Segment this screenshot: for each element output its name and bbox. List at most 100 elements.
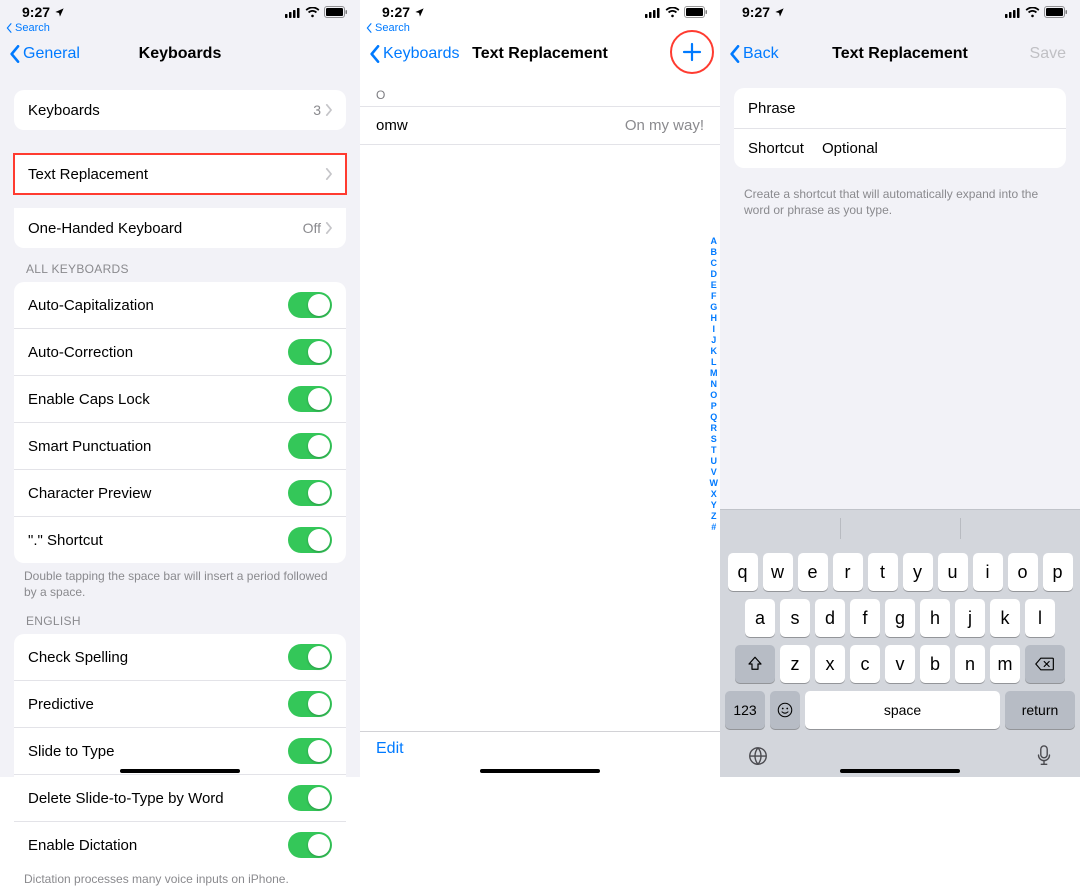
- globe-key[interactable]: [747, 745, 769, 767]
- index-letter[interactable]: G: [710, 302, 719, 313]
- toggle-row[interactable]: Predictive: [14, 680, 346, 727]
- key-e[interactable]: e: [798, 553, 828, 591]
- home-indicator[interactable]: [480, 769, 600, 773]
- key-u[interactable]: u: [938, 553, 968, 591]
- row-keyboards[interactable]: Keyboards 3: [14, 90, 346, 130]
- index-letter[interactable]: U: [710, 456, 719, 467]
- key-v[interactable]: v: [885, 645, 915, 683]
- key-q[interactable]: q: [728, 553, 758, 591]
- index-letter[interactable]: H: [710, 313, 719, 324]
- index-letter[interactable]: R: [710, 423, 719, 434]
- index-letter[interactable]: #: [710, 522, 719, 533]
- toggle-row[interactable]: Enable Caps Lock: [14, 375, 346, 422]
- key-s[interactable]: s: [780, 599, 810, 637]
- toggle-row[interactable]: Smart Punctuation: [14, 422, 346, 469]
- key-i[interactable]: i: [973, 553, 1003, 591]
- index-letter[interactable]: F: [710, 291, 719, 302]
- shift-key[interactable]: [735, 645, 775, 683]
- key-m[interactable]: m: [990, 645, 1020, 683]
- index-letter[interactable]: L: [710, 357, 719, 368]
- key-d[interactable]: d: [815, 599, 845, 637]
- toggle-row[interactable]: Enable Dictation: [14, 821, 346, 868]
- toggle-switch[interactable]: [288, 339, 332, 365]
- back-button[interactable]: Keyboards: [370, 45, 460, 63]
- key-w[interactable]: w: [763, 553, 793, 591]
- row-one-handed[interactable]: One-Handed Keyboard Off: [14, 208, 346, 248]
- toggle-row[interactable]: Character Preview: [14, 469, 346, 516]
- toggle-row[interactable]: Check Spelling: [14, 634, 346, 680]
- key-g[interactable]: g: [885, 599, 915, 637]
- index-letter[interactable]: P: [710, 401, 719, 412]
- key-n[interactable]: n: [955, 645, 985, 683]
- key-f[interactable]: f: [850, 599, 880, 637]
- search-breadcrumb[interactable]: Search: [0, 22, 360, 34]
- key-k[interactable]: k: [990, 599, 1020, 637]
- space-key[interactable]: space: [805, 691, 1000, 729]
- home-indicator[interactable]: [120, 769, 240, 773]
- index-letter[interactable]: N: [710, 379, 719, 390]
- key-h[interactable]: h: [920, 599, 950, 637]
- key-o[interactable]: o: [1008, 553, 1038, 591]
- index-letter[interactable]: E: [710, 280, 719, 291]
- toggle-switch[interactable]: [288, 738, 332, 764]
- key-b[interactable]: b: [920, 645, 950, 683]
- index-letter[interactable]: T: [710, 445, 719, 456]
- key-j[interactable]: j: [955, 599, 985, 637]
- index-letter[interactable]: X: [710, 489, 719, 500]
- backspace-key[interactable]: [1025, 645, 1065, 683]
- key-c[interactable]: c: [850, 645, 880, 683]
- toggle-switch[interactable]: [288, 644, 332, 670]
- key-t[interactable]: t: [868, 553, 898, 591]
- toggle-row[interactable]: Delete Slide-to-Type by Word: [14, 774, 346, 821]
- index-letter[interactable]: J: [710, 335, 719, 346]
- index-letter[interactable]: D: [710, 269, 719, 280]
- list-item[interactable]: omw On my way!: [360, 106, 720, 145]
- toggle-switch[interactable]: [288, 527, 332, 553]
- toggle-switch[interactable]: [288, 386, 332, 412]
- toggle-row[interactable]: Auto-Capitalization: [14, 282, 346, 328]
- index-letter[interactable]: B: [710, 247, 719, 258]
- key-x[interactable]: x: [815, 645, 845, 683]
- row-shortcut[interactable]: Shortcut Optional: [734, 128, 1066, 168]
- add-button[interactable]: [670, 30, 714, 74]
- index-letter[interactable]: Y: [710, 500, 719, 511]
- index-letter[interactable]: S: [710, 434, 719, 445]
- toggle-switch[interactable]: [288, 691, 332, 717]
- back-button[interactable]: General: [10, 45, 80, 63]
- key-z[interactable]: z: [780, 645, 810, 683]
- row-phrase[interactable]: Phrase: [734, 88, 1066, 128]
- toggle-row[interactable]: "." Shortcut: [14, 516, 346, 563]
- mic-key[interactable]: [1035, 745, 1053, 767]
- emoji-key[interactable]: [770, 691, 800, 729]
- search-breadcrumb[interactable]: Search: [360, 22, 720, 34]
- key-r[interactable]: r: [833, 553, 863, 591]
- index-letter[interactable]: W: [710, 478, 719, 489]
- key-p[interactable]: p: [1043, 553, 1073, 591]
- toggle-switch[interactable]: [288, 832, 332, 858]
- shortcut-input[interactable]: Optional: [822, 140, 1052, 157]
- index-letter[interactable]: A: [710, 236, 719, 247]
- index-letter[interactable]: O: [710, 390, 719, 401]
- key-a[interactable]: a: [745, 599, 775, 637]
- index-letter[interactable]: Q: [710, 412, 719, 423]
- toggle-switch[interactable]: [288, 433, 332, 459]
- home-indicator[interactable]: [840, 769, 960, 773]
- save-button[interactable]: Save: [1030, 45, 1066, 63]
- index-letter[interactable]: V: [710, 467, 719, 478]
- index-letter[interactable]: C: [710, 258, 719, 269]
- index-letter[interactable]: K: [710, 346, 719, 357]
- edit-button[interactable]: Edit: [376, 740, 404, 758]
- back-button[interactable]: Back: [730, 45, 779, 63]
- index-letter[interactable]: I: [710, 324, 719, 335]
- toggle-row[interactable]: Auto-Correction: [14, 328, 346, 375]
- numbers-key[interactable]: 123: [725, 691, 765, 729]
- toggle-row[interactable]: Slide to Type: [14, 727, 346, 774]
- toggle-switch[interactable]: [288, 292, 332, 318]
- row-text-replacement[interactable]: Text Replacement: [14, 154, 346, 194]
- return-key[interactable]: return: [1005, 691, 1075, 729]
- key-y[interactable]: y: [903, 553, 933, 591]
- index-letter[interactable]: Z: [710, 511, 719, 522]
- keyboard-candidates[interactable]: [720, 509, 1080, 547]
- index-strip[interactable]: ABCDEFGHIJKLMNOPQRSTUVWXYZ#: [710, 236, 719, 533]
- index-letter[interactable]: M: [710, 368, 719, 379]
